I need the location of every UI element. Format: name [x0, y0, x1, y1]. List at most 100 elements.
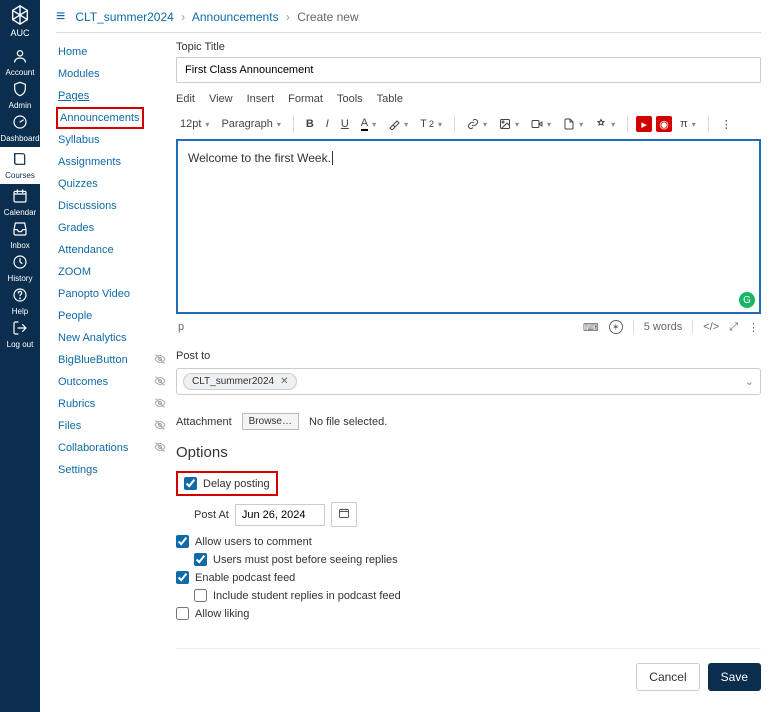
a11y-icon[interactable]: ✶: [609, 320, 623, 334]
global-nav-history[interactable]: History: [0, 254, 39, 283]
post-at-row: Post At: [194, 502, 761, 527]
global-nav-account[interactable]: Account: [0, 48, 39, 77]
calendar-icon[interactable]: [331, 502, 357, 527]
allow-comment-checkbox[interactable]: [176, 535, 189, 548]
bold-button[interactable]: B: [302, 116, 318, 132]
hidden-icon: [154, 353, 166, 368]
course-nav-discussions[interactable]: Discussions: [56, 195, 119, 217]
italic-button[interactable]: I: [322, 116, 333, 132]
crumb-current: Create new: [297, 10, 358, 24]
crumb-course[interactable]: CLT_summer2024: [75, 10, 173, 24]
more-button[interactable]: ⋮: [717, 116, 736, 133]
course-nav-rubrics[interactable]: Rubrics: [56, 393, 97, 415]
text-color-button[interactable]: A: [357, 115, 380, 133]
rte-menu-format[interactable]: Format: [288, 93, 323, 105]
underline-button[interactable]: U: [337, 116, 353, 132]
superscript-button[interactable]: T2: [416, 116, 446, 132]
course-nav-pages[interactable]: Pages: [56, 85, 91, 107]
course-nav-outcomes[interactable]: Outcomes: [56, 371, 110, 393]
course-nav-settings[interactable]: Settings: [56, 459, 100, 481]
global-nav-dashboard[interactable]: Dashboard: [0, 114, 39, 143]
podcast-student-checkbox[interactable]: [194, 589, 207, 602]
hamburger-icon[interactable]: ≡: [56, 8, 65, 26]
font-size-select[interactable]: 12pt: [176, 116, 213, 132]
course-nav-home[interactable]: Home: [56, 41, 89, 63]
browse-button[interactable]: Browse…: [242, 413, 299, 430]
must-post-checkbox[interactable]: [194, 553, 207, 566]
topic-title-input[interactable]: [176, 57, 761, 83]
course-nav-announcements[interactable]: Announcements: [56, 107, 144, 129]
highlight-button[interactable]: [384, 116, 412, 132]
fullscreen-button[interactable]: ⤢: [729, 321, 738, 334]
podcast-checkbox[interactable]: [176, 571, 189, 584]
document-button[interactable]: [559, 116, 587, 132]
post-to-label: Post to: [176, 350, 761, 362]
course-nav-files[interactable]: Files: [56, 415, 83, 437]
equation-button[interactable]: π: [676, 116, 700, 132]
course-nav-people[interactable]: People: [56, 305, 94, 327]
course-nav-attendance[interactable]: Attendance: [56, 239, 116, 261]
course-nav-collaborations[interactable]: Collaborations: [56, 437, 130, 459]
save-button[interactable]: Save: [708, 663, 761, 691]
keyboard-icon[interactable]: ⌨: [583, 321, 599, 334]
gauge-icon: [0, 114, 39, 132]
rte-menu-table[interactable]: Table: [377, 93, 403, 105]
rte-menubar: Edit View Insert Format Tools Table: [176, 93, 761, 105]
podcast-student-option[interactable]: Include student replies in podcast feed: [194, 589, 761, 602]
allow-liking-option[interactable]: Allow liking: [176, 607, 761, 620]
course-nav-grades[interactable]: Grades: [56, 217, 96, 239]
brand-logo: AUC: [9, 4, 31, 38]
html-view-button[interactable]: </>: [703, 321, 719, 333]
crumb-section[interactable]: Announcements: [192, 10, 279, 24]
course-nav-zoom[interactable]: ZOOM: [56, 261, 93, 283]
global-nav-admin[interactable]: Admin: [0, 81, 39, 110]
course-nav-bigbluebutton[interactable]: BigBlueButton: [56, 349, 130, 371]
editor-body[interactable]: Welcome to the first Week. G: [176, 139, 761, 314]
apps-button[interactable]: [591, 116, 619, 132]
inbox-icon: [0, 221, 39, 239]
grammarly-icon[interactable]: G: [739, 292, 755, 308]
post-to-select[interactable]: CLT_summer2024 ✕ ⌄: [176, 368, 761, 395]
post-at-input[interactable]: [235, 504, 325, 526]
global-nav-label: History: [8, 274, 33, 283]
rte-menu-view[interactable]: View: [209, 93, 233, 105]
rte-toolbar: 12pt Paragraph B I U A T2 ▸ ◉ π ⋮: [176, 111, 761, 139]
must-post-option[interactable]: Users must post before seeing replies: [194, 553, 761, 566]
allow-liking-checkbox[interactable]: [176, 607, 189, 620]
link-button[interactable]: [463, 116, 491, 132]
delay-posting-checkbox[interactable]: [184, 477, 197, 490]
help-icon: [0, 287, 39, 305]
chip-remove-icon[interactable]: ✕: [280, 376, 288, 387]
record-icon[interactable]: ◉: [656, 116, 672, 132]
delay-posting-option[interactable]: Delay posting: [176, 471, 278, 496]
editor-text: Welcome to the first Week.: [188, 151, 331, 165]
hidden-icon: [154, 397, 166, 412]
podcast-option[interactable]: Enable podcast feed: [176, 571, 761, 584]
media-button[interactable]: [527, 116, 555, 132]
rte-menu-insert[interactable]: Insert: [247, 93, 275, 105]
course-nav-panopto-video[interactable]: Panopto Video: [56, 283, 132, 305]
global-nav-log-out[interactable]: Log out: [0, 320, 39, 349]
block-format-select[interactable]: Paragraph: [217, 116, 284, 132]
course-nav-modules[interactable]: Modules: [56, 63, 102, 85]
global-nav-label: Dashboard: [0, 134, 39, 143]
course-nav-quizzes[interactable]: Quizzes: [56, 173, 100, 195]
youtube-icon[interactable]: ▸: [636, 116, 652, 132]
cancel-button[interactable]: Cancel: [636, 663, 699, 691]
course-nav-syllabus[interactable]: Syllabus: [56, 129, 102, 151]
hidden-icon: [154, 419, 166, 434]
editor-more-button[interactable]: ⋮: [748, 321, 759, 334]
global-nav-label: Calendar: [4, 208, 36, 217]
global-nav-calendar[interactable]: Calendar: [0, 188, 39, 217]
global-nav-label: Inbox: [10, 241, 30, 250]
course-nav-new-analytics[interactable]: New Analytics: [56, 327, 128, 349]
allow-comment-option[interactable]: Allow users to comment: [176, 535, 761, 548]
course-nav-assignments[interactable]: Assignments: [56, 151, 123, 173]
rte-menu-tools[interactable]: Tools: [337, 93, 363, 105]
breadcrumb: CLT_summer2024 › Announcements › Create …: [75, 10, 358, 24]
image-button[interactable]: [495, 116, 523, 132]
global-nav-inbox[interactable]: Inbox: [0, 221, 39, 250]
global-nav-courses[interactable]: Courses: [0, 147, 39, 184]
global-nav-help[interactable]: Help: [0, 287, 39, 316]
rte-menu-edit[interactable]: Edit: [176, 93, 195, 105]
